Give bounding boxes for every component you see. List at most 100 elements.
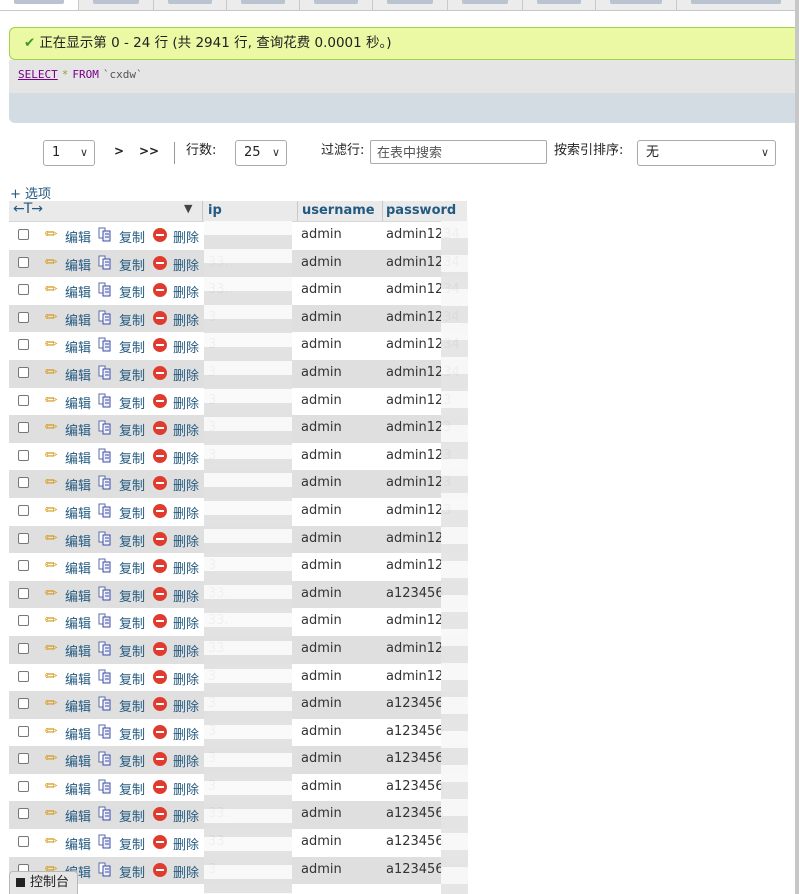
copy-icon[interactable]	[98, 448, 112, 463]
edit-link[interactable]: 编辑	[65, 282, 91, 301]
row-checkbox[interactable]	[18, 808, 29, 820]
next-page-button[interactable]: >	[114, 138, 124, 164]
row-checkbox[interactable]	[18, 394, 29, 406]
row-checkbox[interactable]	[18, 670, 29, 682]
row-checkbox[interactable]	[18, 339, 29, 351]
delete-link[interactable]: 删除	[173, 310, 199, 329]
edit-link[interactable]: 编辑	[65, 227, 91, 246]
copy-link[interactable]: 复制	[119, 282, 145, 301]
copy-icon[interactable]	[98, 751, 112, 766]
copy-link[interactable]: 复制	[119, 779, 145, 798]
edit-link[interactable]: 编辑	[65, 365, 91, 384]
copy-icon[interactable]	[98, 337, 112, 352]
delete-icon[interactable]	[153, 503, 167, 518]
edit-link[interactable]: 编辑	[65, 503, 91, 522]
row-checkbox[interactable]	[18, 615, 29, 627]
row-checkbox[interactable]	[18, 560, 29, 572]
edit-link[interactable]: 编辑	[65, 337, 91, 356]
edit-link[interactable]: 编辑	[65, 255, 91, 274]
delete-link[interactable]: 删除	[173, 862, 199, 881]
console-toggle[interactable]: 控制台	[9, 871, 79, 894]
row-checkbox[interactable]	[18, 642, 29, 654]
copy-icon[interactable]	[98, 365, 112, 380]
delete-link[interactable]: 删除	[173, 558, 199, 577]
delete-icon[interactable]	[153, 697, 167, 712]
pencil-icon[interactable]: ✏	[45, 832, 58, 850]
pencil-icon[interactable]: ✏	[45, 694, 58, 712]
copy-icon[interactable]	[98, 862, 112, 877]
column-resize-arrows-icon[interactable]: ←T→	[13, 201, 43, 217]
edit-link[interactable]: 编辑	[65, 751, 91, 770]
edit-link[interactable]: 编辑	[65, 779, 91, 798]
pencil-icon[interactable]: ✏	[45, 446, 58, 464]
delete-link[interactable]: 删除	[173, 696, 199, 715]
pencil-icon[interactable]: ✏	[45, 556, 58, 574]
tab-sql[interactable]	[154, 0, 227, 10]
sort-menu-triangle-icon[interactable]: ▼	[184, 202, 192, 215]
pencil-icon[interactable]: ✏	[45, 667, 58, 685]
pencil-icon[interactable]: ✏	[45, 804, 58, 822]
row-checkbox[interactable]	[18, 422, 29, 434]
pencil-icon[interactable]: ✏	[45, 722, 58, 740]
copy-link[interactable]: 复制	[119, 586, 145, 605]
copy-link[interactable]: 复制	[119, 641, 145, 660]
copy-icon[interactable]	[98, 806, 112, 821]
copy-icon[interactable]	[98, 613, 112, 628]
last-page-button[interactable]: >>	[139, 138, 159, 164]
delete-icon[interactable]	[153, 586, 167, 601]
tab-search[interactable]	[227, 0, 300, 10]
pencil-icon[interactable]: ✏	[45, 639, 58, 657]
tab-operations[interactable]	[596, 0, 677, 10]
row-checkbox[interactable]	[18, 753, 29, 765]
copy-link[interactable]: 复制	[119, 531, 145, 550]
pencil-icon[interactable]: ✏	[45, 391, 58, 409]
pencil-icon[interactable]: ✏	[45, 335, 58, 353]
copy-icon[interactable]	[98, 420, 112, 435]
tab-more[interactable]	[677, 0, 796, 10]
edit-link[interactable]: 编辑	[65, 586, 91, 605]
tab-structure[interactable]	[79, 0, 154, 10]
delete-icon[interactable]	[153, 393, 167, 408]
row-checkbox[interactable]	[18, 780, 29, 792]
delete-icon[interactable]	[153, 421, 167, 436]
filter-field[interactable]	[370, 140, 547, 164]
delete-icon[interactable]	[153, 228, 167, 242]
rows-per-page-select[interactable]: 25 ∨	[235, 140, 287, 166]
delete-link[interactable]: 删除	[173, 531, 199, 550]
delete-link[interactable]: 删除	[173, 613, 199, 632]
edit-link[interactable]: 编辑	[65, 613, 91, 632]
delete-icon[interactable]	[153, 559, 167, 574]
copy-icon[interactable]	[98, 558, 112, 573]
pencil-icon[interactable]: ✏	[45, 501, 58, 519]
copy-link[interactable]: 复制	[119, 420, 145, 439]
edit-link[interactable]: 编辑	[65, 696, 91, 715]
copy-link[interactable]: 复制	[119, 696, 145, 715]
pencil-icon[interactable]: ✏	[45, 363, 58, 381]
edit-link[interactable]: 编辑	[65, 448, 91, 467]
pencil-icon[interactable]: ✏	[45, 418, 58, 436]
row-checkbox[interactable]	[18, 836, 29, 848]
copy-link[interactable]: 复制	[119, 834, 145, 853]
copy-icon[interactable]	[98, 641, 112, 656]
options-link[interactable]: + 选项	[10, 183, 51, 202]
delete-icon[interactable]	[153, 338, 167, 353]
tab-privileges[interactable]	[523, 0, 596, 10]
pencil-icon[interactable]: ✏	[45, 308, 58, 326]
tab-browse[interactable]	[0, 0, 79, 10]
tab-export[interactable]	[373, 0, 448, 10]
copy-icon[interactable]	[98, 531, 112, 546]
delete-link[interactable]: 删除	[173, 806, 199, 825]
delete-link[interactable]: 删除	[173, 255, 199, 274]
delete-icon[interactable]	[153, 476, 167, 491]
edit-link[interactable]: 编辑	[65, 834, 91, 853]
sql-select-keyword[interactable]: SELECT	[18, 68, 58, 81]
delete-icon[interactable]	[153, 807, 167, 822]
copy-icon[interactable]	[98, 282, 112, 297]
row-checkbox[interactable]	[18, 504, 29, 516]
delete-link[interactable]: 删除	[173, 779, 199, 798]
delete-link[interactable]: 删除	[173, 282, 199, 301]
copy-icon[interactable]	[98, 255, 112, 270]
tab-import[interactable]	[448, 0, 523, 10]
page-select[interactable]: 1 ∨	[43, 140, 95, 166]
delete-icon[interactable]	[153, 448, 167, 463]
